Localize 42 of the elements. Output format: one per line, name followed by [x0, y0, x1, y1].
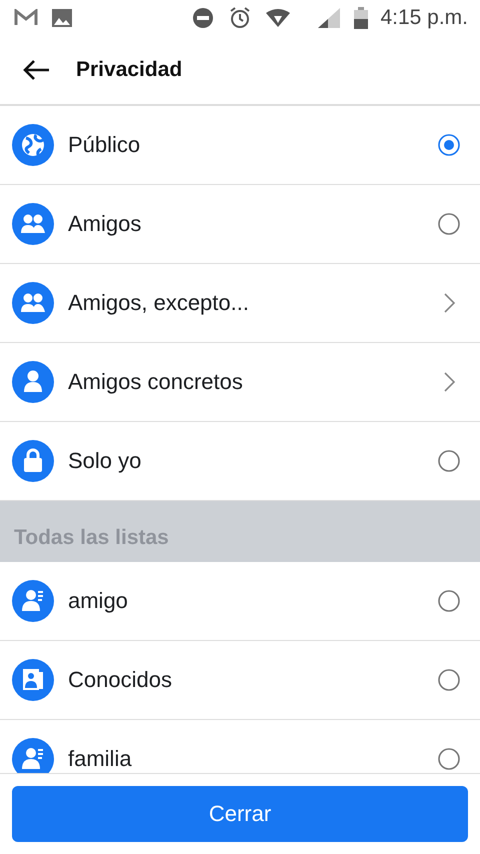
option-label: Amigos, excepto... [68, 290, 250, 316]
image-icon [52, 9, 72, 27]
people-icon [12, 203, 54, 245]
option-label: Amigos concretos [68, 369, 244, 395]
lock-icon [12, 440, 54, 482]
person-icon [12, 361, 54, 403]
do-not-disturb-icon [192, 7, 214, 29]
radio-button[interactable] [438, 213, 460, 235]
radio-button[interactable] [438, 590, 460, 612]
wifi-icon [266, 8, 290, 28]
person-list-icon [12, 738, 54, 773]
privacy-option[interactable]: Público [0, 106, 480, 185]
section-header: Todas las listas [0, 501, 480, 562]
option-label: Conocidos [68, 667, 173, 693]
back-arrow-icon [22, 59, 50, 81]
people-icon [12, 282, 54, 324]
radio-button[interactable] [438, 450, 460, 472]
close-button[interactable]: Cerrar [12, 786, 468, 842]
globe-icon [12, 124, 54, 166]
privacy-option[interactable]: Amigos concretos [0, 343, 480, 422]
status-time: 4:15 p.m. [380, 6, 468, 30]
radio-button[interactable] [438, 669, 460, 691]
privacy-option[interactable]: Conocidos [0, 641, 480, 720]
contact-card-icon [12, 659, 54, 701]
radio-button[interactable] [438, 748, 460, 770]
alarm-icon [228, 6, 252, 30]
chevron-right-icon [444, 293, 456, 313]
radio-button[interactable] [438, 134, 460, 156]
page-title: Privacidad [76, 58, 182, 82]
option-label: Solo yo [68, 448, 142, 474]
battery-icon [354, 7, 368, 29]
privacy-option[interactable]: Amigos, excepto... [0, 264, 480, 343]
option-label: familia [68, 746, 133, 772]
option-label: amigo [68, 588, 129, 614]
signal-icon [318, 8, 340, 28]
privacy-option[interactable]: Amigos [0, 185, 480, 264]
privacy-option[interactable]: amigo [0, 562, 480, 641]
chevron-right-icon [444, 372, 456, 392]
person-list-icon [12, 580, 54, 622]
option-label: Amigos [68, 211, 142, 237]
option-label: Público [68, 132, 142, 158]
mail-icon [14, 9, 38, 27]
